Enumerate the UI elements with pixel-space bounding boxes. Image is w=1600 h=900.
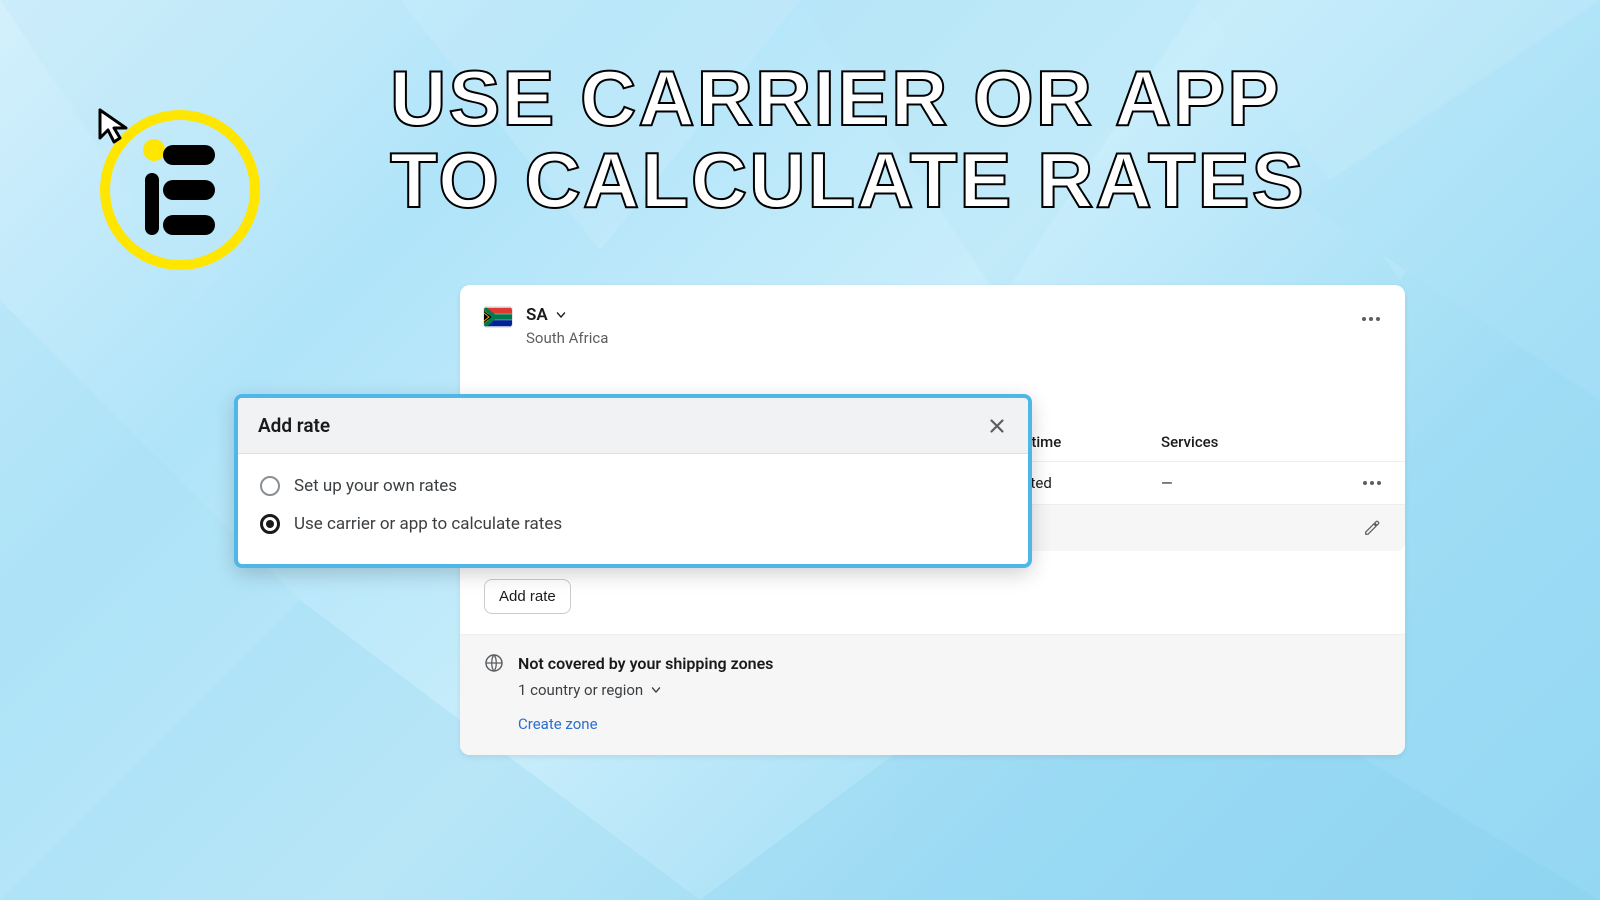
rate-row-more-button[interactable]	[1341, 481, 1381, 485]
radio-selected-icon	[260, 514, 280, 534]
radio-icon	[260, 476, 280, 496]
chevron-down-icon	[554, 308, 568, 322]
cursor-icon	[92, 102, 140, 150]
column-services: Services	[1161, 433, 1301, 451]
close-icon[interactable]	[986, 415, 1008, 437]
not-covered-subtitle: 1 country or region	[518, 681, 643, 699]
modal-title: Add rate	[258, 414, 330, 437]
brand-logo	[100, 110, 260, 270]
page-headline: USE CARRIER OR APP TO CALCULATE RATES	[390, 58, 1306, 222]
radio-label: Use carrier or app to calculate rates	[294, 514, 562, 534]
flag-south-africa-icon	[484, 307, 512, 327]
not-covered-expand[interactable]: 1 country or region	[518, 681, 1381, 699]
region-code-toggle[interactable]: SA	[526, 305, 608, 325]
add-rate-button[interactable]: Add rate	[484, 579, 571, 614]
add-rate-modal: Add rate Set up your own rates Use carri…	[234, 394, 1032, 568]
chevron-down-icon	[649, 683, 663, 697]
radio-label: Set up your own rates	[294, 476, 457, 496]
globe-icon	[484, 653, 504, 673]
services-value: —	[1161, 474, 1301, 492]
radio-option-own-rates[interactable]: Set up your own rates	[260, 476, 1006, 496]
radio-option-carrier-rates[interactable]: Use carrier or app to calculate rates	[260, 514, 1006, 534]
region-code-label: SA	[526, 305, 548, 325]
region-header: SA South Africa	[460, 285, 1405, 363]
headline-line-2: TO CALCULATE RATES	[390, 140, 1306, 222]
more-horizontal-icon	[1363, 481, 1381, 485]
not-covered-title: Not covered by your shipping zones	[518, 654, 773, 673]
more-horizontal-icon	[1362, 317, 1380, 321]
create-zone-link[interactable]: Create zone	[518, 715, 1381, 733]
pencil-icon[interactable]	[1363, 519, 1381, 537]
region-name: South Africa	[526, 329, 608, 347]
not-covered-zone: Not covered by your shipping zones 1 cou…	[460, 634, 1405, 755]
region-more-button[interactable]	[1359, 307, 1383, 331]
headline-line-1: USE CARRIER OR APP	[390, 58, 1306, 140]
